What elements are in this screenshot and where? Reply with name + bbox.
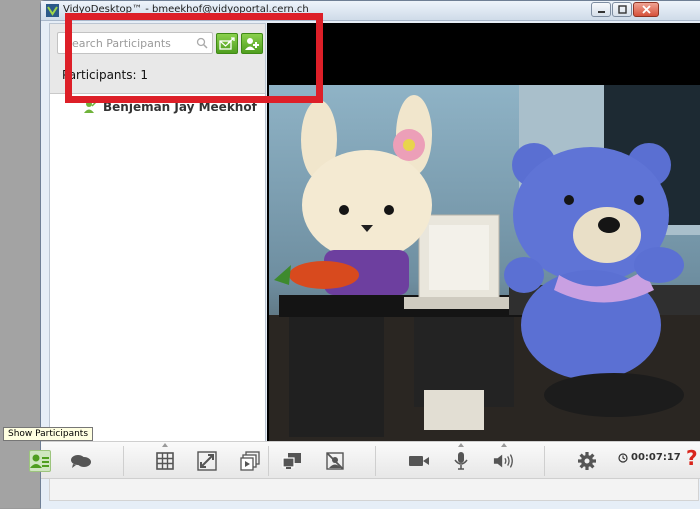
invite-participant-button[interactable] [216, 33, 238, 54]
clock-icon [618, 452, 628, 463]
remote-video-feed [269, 85, 700, 441]
settings-button[interactable] [576, 450, 598, 472]
microphone-menu-caret[interactable] [458, 443, 464, 447]
fullscreen-button[interactable] [196, 450, 218, 472]
share-icon [240, 451, 260, 471]
toolbar-separator [375, 446, 376, 476]
chat-button[interactable] [70, 450, 92, 472]
participants-panel: Participants: 1 Benjeman Jay Meekhof [49, 23, 266, 443]
search-icon [196, 37, 208, 49]
toolbar-separator [544, 446, 545, 476]
title-bar: VidyoDesktop™ - bmeekhof@vidyoportal.cer… [41, 1, 700, 21]
microphone-icon [454, 452, 468, 470]
speaker-icon [493, 454, 513, 468]
minimize-icon [597, 11, 605, 13]
minimize-button[interactable] [591, 2, 611, 17]
toolbar-separator [268, 446, 269, 476]
participant-user-icon [84, 101, 97, 113]
add-participant-button[interactable] [241, 33, 263, 54]
vidyo-app-icon [46, 4, 59, 17]
privacy-button[interactable] [324, 450, 346, 472]
search-participants-input[interactable] [57, 32, 213, 54]
maximize-button[interactable] [612, 2, 632, 17]
layout-grid-icon [156, 452, 174, 470]
participants-count: Participants: 1 [62, 68, 148, 82]
speaker-menu-caret[interactable] [501, 443, 507, 447]
fullscreen-icon [197, 451, 217, 471]
share-button[interactable] [239, 450, 261, 472]
layout-menu-caret[interactable] [162, 443, 168, 447]
show-participants-button[interactable] [29, 450, 51, 472]
self-view-icon [282, 453, 301, 469]
video-frame-image [269, 85, 700, 441]
participant-name: Benjeman Jay Meekhof [103, 100, 257, 114]
window-controls [591, 2, 659, 17]
close-icon [641, 5, 651, 14]
maximize-icon [617, 5, 627, 14]
camera-icon [409, 456, 429, 466]
vidyo-window: VidyoDesktop™ - bmeekhof@vidyoportal.cer… [29, 0, 700, 509]
layout-button[interactable] [154, 450, 176, 472]
participants-icon [30, 454, 49, 468]
window-title: VidyoDesktop™ - bmeekhof@vidyoportal.cer… [63, 4, 309, 15]
status-strip [41, 479, 700, 509]
status-strip-inner [49, 479, 699, 501]
bottom-toolbar: 00:07:17 [29, 441, 700, 479]
invite-envelope-icon [219, 36, 235, 50]
chat-icon [71, 455, 91, 468]
self-view-button[interactable] [281, 450, 303, 472]
microphone-button[interactable] [450, 450, 472, 472]
toolbar-separator [123, 446, 124, 476]
call-timer: 00:07:17 [618, 452, 681, 463]
participants-header: Participants: 1 [50, 24, 265, 94]
privacy-icon [326, 452, 344, 470]
speaker-button[interactable] [493, 450, 515, 472]
show-participants-tooltip: Show Participants [3, 427, 94, 441]
add-user-icon [245, 37, 259, 50]
camera-button[interactable] [408, 450, 430, 472]
close-button[interactable] [633, 2, 659, 17]
help-icon[interactable]: ? [686, 446, 698, 470]
participant-row[interactable]: Benjeman Jay Meekhof [50, 96, 265, 120]
gear-icon [578, 452, 596, 470]
call-timer-value: 00:07:17 [631, 452, 681, 463]
